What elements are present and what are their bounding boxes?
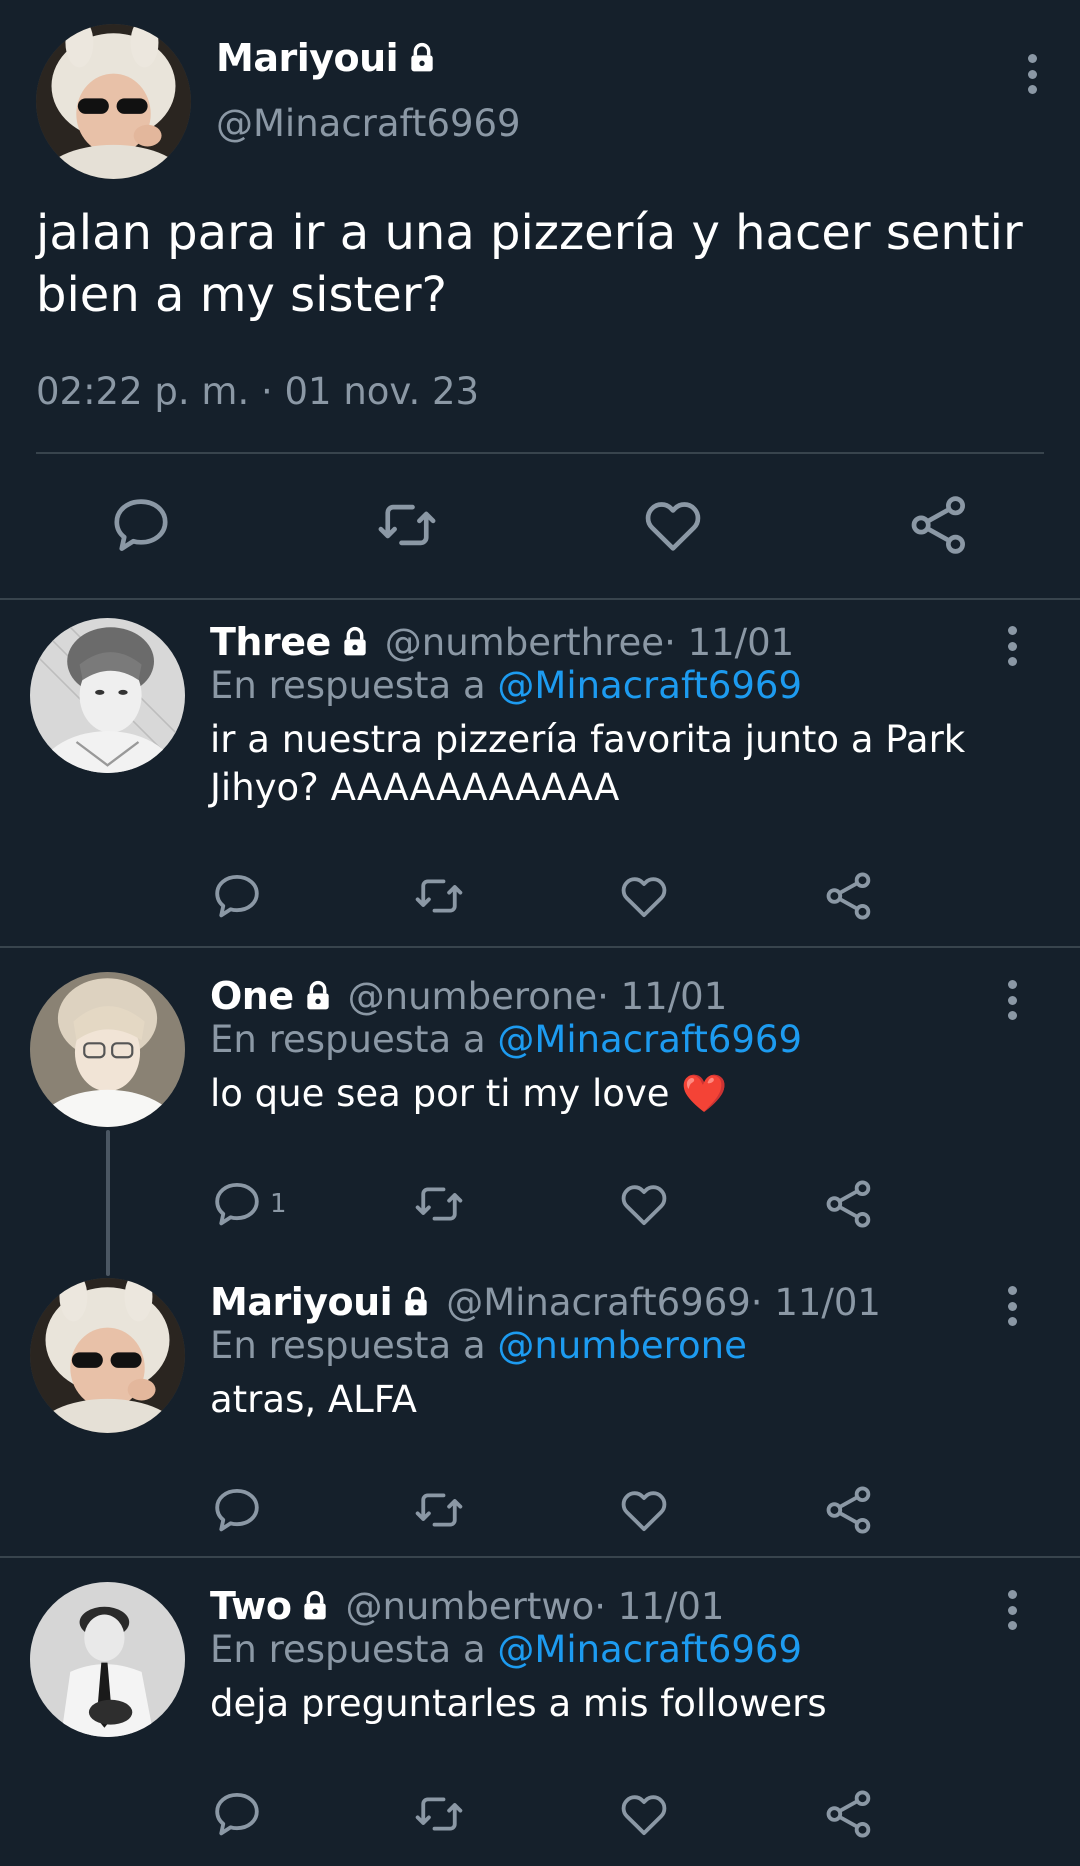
reply-text: deja preguntarles a mis followers	[210, 1682, 827, 1725]
reply-tweet[interactable]: One @numberone · 11/01 En respuesta a @M…	[0, 956, 1080, 1262]
like-icon[interactable]	[617, 1786, 671, 1842]
retweet-icon[interactable]	[412, 1176, 466, 1232]
mention-link[interactable]: @Minacraft6969	[497, 1018, 802, 1061]
avatar[interactable]	[30, 972, 185, 1127]
reply-tweet[interactable]: Two @numbertwo · 11/01 En respuesta a @M…	[0, 1566, 1080, 1866]
reply-actions	[0, 1482, 1080, 1538]
author-name[interactable]: One	[210, 974, 294, 1018]
author-name[interactable]: Two	[210, 1584, 292, 1628]
reply-icon[interactable]	[210, 868, 270, 924]
author-handle[interactable]: @numberone	[348, 975, 597, 1018]
reply-count: 1	[270, 1189, 287, 1219]
lock-icon	[400, 1286, 432, 1318]
reply-actions	[0, 1786, 1080, 1842]
tweet-text: jalan para ir a una pizzería y hacer sen…	[36, 205, 1023, 323]
divider	[0, 1556, 1080, 1558]
avatar[interactable]	[30, 1582, 185, 1737]
reply-date: · 11/01	[594, 1584, 725, 1628]
retweet-icon[interactable]	[412, 868, 466, 924]
reply-tweet[interactable]: Mariyoui @Minacraft6969 · 11/01 En respu…	[0, 1262, 1080, 1556]
more-options-icon[interactable]	[1002, 1286, 1022, 1326]
reply-text: ir a nuestra pizzería favorita junto a P…	[210, 718, 966, 809]
avatar[interactable]	[36, 24, 191, 179]
in-reply-prefix: En respuesta a	[210, 1628, 498, 1671]
author-name[interactable]: Mariyoui	[216, 36, 399, 80]
lock-icon	[299, 1590, 331, 1622]
retweet-icon[interactable]	[374, 492, 440, 558]
more-options-icon[interactable]	[1002, 980, 1022, 1020]
like-icon[interactable]	[617, 1482, 671, 1538]
share-icon[interactable]	[822, 868, 876, 924]
author-handle[interactable]: @Minacraft6969	[216, 102, 521, 145]
in-reply-prefix: En respuesta a	[210, 1324, 498, 1367]
divider	[36, 452, 1044, 454]
reply-icon[interactable]	[210, 1786, 270, 1842]
in-reply-to: En respuesta a @Minacraft6969	[210, 1628, 802, 1671]
in-reply-prefix: En respuesta a	[210, 664, 498, 707]
more-options-icon[interactable]	[1022, 54, 1042, 94]
reply-text: lo que sea por ti my love ❤️	[210, 1072, 728, 1115]
reply-icon[interactable]	[210, 1482, 270, 1538]
reply-header: Mariyoui @Minacraft6969 · 11/01	[210, 1280, 881, 1324]
share-icon[interactable]	[822, 1482, 876, 1538]
reply-actions: 1	[0, 1176, 1080, 1232]
reply-text: atras, ALFA	[210, 1378, 417, 1421]
author-name[interactable]: Mariyoui	[210, 1280, 393, 1324]
avatar[interactable]	[30, 1278, 185, 1433]
reply-icon[interactable]: 1	[210, 1176, 287, 1232]
more-options-icon[interactable]	[1002, 626, 1022, 666]
more-options-icon[interactable]	[1002, 1590, 1022, 1630]
tweet-thread-page: Mariyoui @Minacraft6969 jalan para ir a …	[0, 0, 1080, 1866]
in-reply-to: En respuesta a @numberone	[210, 1324, 747, 1367]
tweet-actions	[0, 492, 1080, 558]
like-icon[interactable]	[617, 868, 671, 924]
main-tweet: Mariyoui @Minacraft6969 jalan para ir a …	[0, 0, 1080, 600]
author-handle[interactable]: @Minacraft6969	[446, 1281, 751, 1324]
mention-link[interactable]: @Minacraft6969	[497, 664, 802, 707]
mention-link[interactable]: @Minacraft6969	[497, 1628, 802, 1671]
author-handle[interactable]: @numberthree	[385, 621, 664, 664]
reply-tweet[interactable]: Three @numberthree · 11/01 En respuesta …	[0, 602, 1080, 946]
lock-icon	[302, 980, 334, 1012]
reply-icon[interactable]	[108, 492, 174, 558]
share-icon[interactable]	[822, 1786, 876, 1842]
reply-actions	[0, 868, 1080, 924]
in-reply-to: En respuesta a @Minacraft6969	[210, 664, 802, 707]
author-name[interactable]: Three	[210, 620, 331, 664]
share-icon[interactable]	[906, 492, 972, 558]
reply-date: · 11/01	[664, 620, 795, 664]
like-icon[interactable]	[617, 1176, 671, 1232]
divider	[0, 946, 1080, 948]
reply-date: · 11/01	[750, 1280, 881, 1324]
in-reply-to: En respuesta a @Minacraft6969	[210, 1018, 802, 1061]
retweet-icon[interactable]	[412, 1786, 466, 1842]
like-icon[interactable]	[640, 492, 706, 558]
share-icon[interactable]	[822, 1176, 876, 1232]
author-row: Mariyoui	[216, 36, 438, 80]
reply-header: Three @numberthree · 11/01	[210, 620, 794, 664]
in-reply-prefix: En respuesta a	[210, 1018, 498, 1061]
retweet-icon[interactable]	[412, 1482, 466, 1538]
reply-header: Two @numbertwo · 11/01	[210, 1584, 724, 1628]
author-handle[interactable]: @numbertwo	[345, 1585, 594, 1628]
avatar[interactable]	[30, 618, 185, 773]
tweet-timestamp[interactable]: 02:22 p. m. · 01 nov. 23	[36, 370, 479, 413]
reply-date: · 11/01	[597, 974, 728, 1018]
reply-header: One @numberone · 11/01	[210, 974, 727, 1018]
lock-icon	[339, 626, 371, 658]
lock-icon	[406, 42, 438, 74]
mention-link[interactable]: @numberone	[497, 1324, 746, 1367]
